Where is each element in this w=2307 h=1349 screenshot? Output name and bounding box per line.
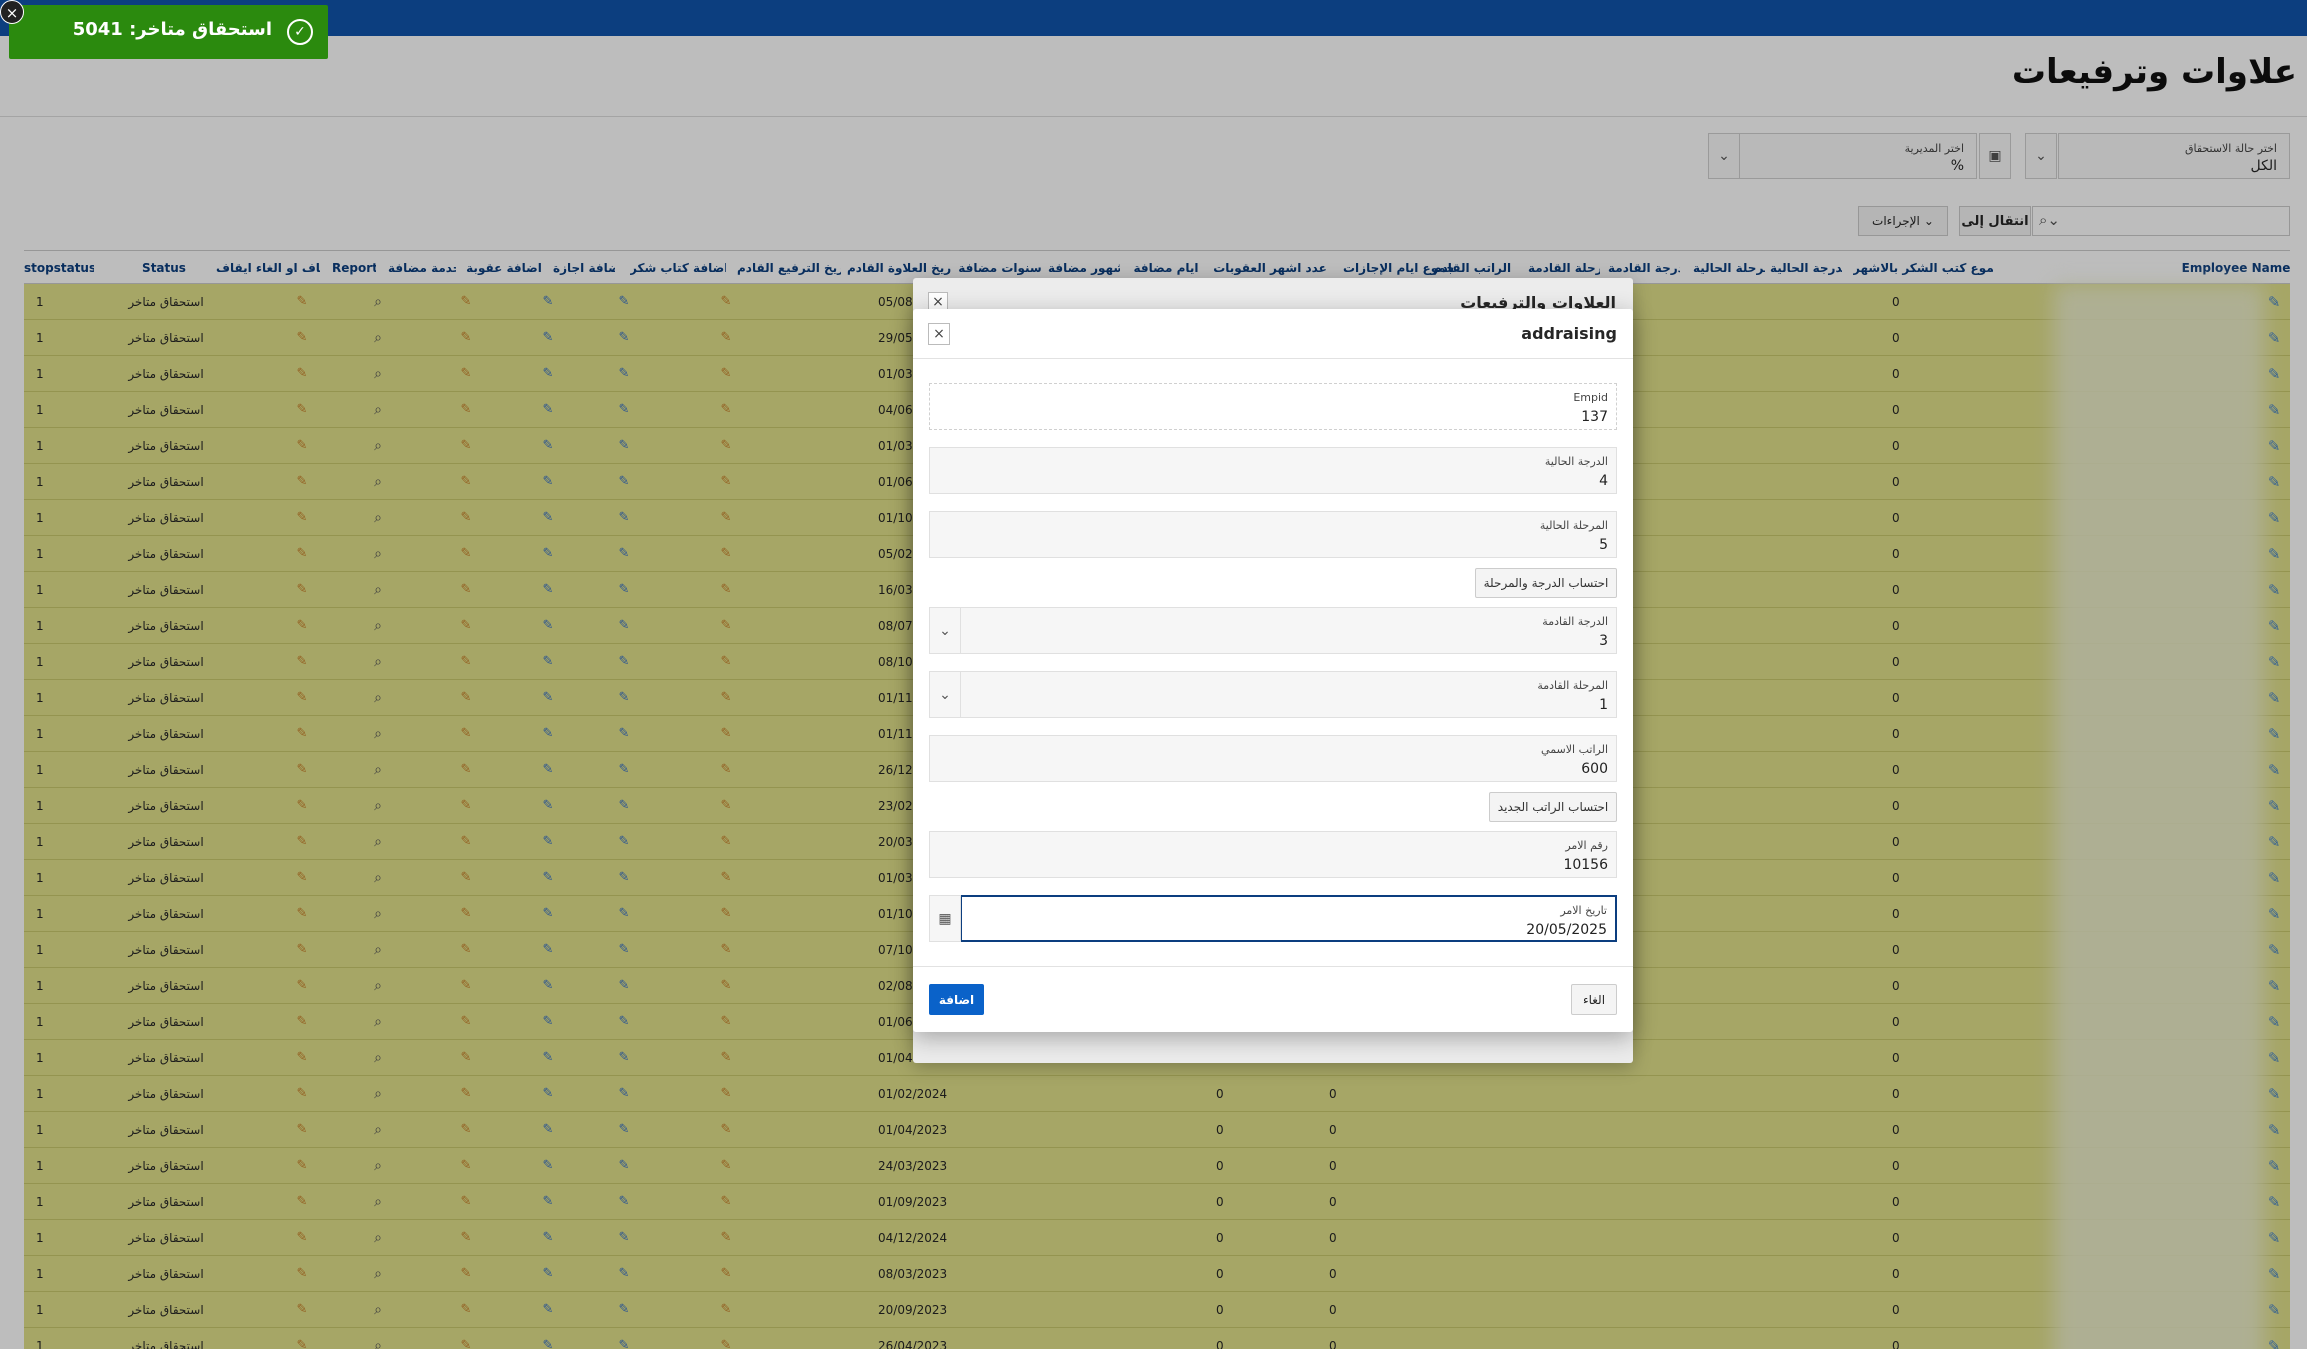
success-toast: ✓ استحقاق متاخر: 5041 — [9, 5, 328, 59]
current-stage-label: المرحلة الحالية — [1539, 519, 1608, 532]
addraising-dialog: addraising × Empid 137 الدرجة الحالية 4 … — [913, 309, 1633, 1032]
calc-grade-stage-button[interactable]: احتساب الدرجة والمرحلة — [1475, 568, 1617, 598]
next-grade-select[interactable]: الدرجة القادمة 3 — [960, 607, 1617, 654]
empid-label: Empid — [1573, 391, 1608, 404]
order-number-label: رقم الامر — [1565, 839, 1608, 852]
nominal-salary-label: الراتب الاسمي — [1541, 743, 1608, 756]
empid-field: Empid 137 — [929, 383, 1617, 430]
next-stage-value: 1 — [1599, 697, 1608, 713]
app-root: علاوات وترفيعات اختر حالة الاستحقاق الكل… — [0, 0, 2307, 1349]
current-grade-label: الدرجة الحالية — [1544, 455, 1608, 468]
dialog-close-icon[interactable]: × — [928, 323, 950, 345]
cancel-button[interactable]: الغاء — [1571, 984, 1617, 1015]
nominal-salary-value: 600 — [1581, 761, 1608, 777]
current-grade-field[interactable]: الدرجة الحالية 4 — [929, 447, 1617, 494]
order-number-value: 10156 — [1563, 857, 1608, 873]
calc-new-salary-button[interactable]: احتساب الراتب الجديد — [1489, 792, 1617, 822]
next-stage-chevron-icon[interactable]: ⌄ — [929, 671, 961, 718]
order-date-field[interactable]: تاريخ الامر 20/05/2025 — [960, 895, 1617, 942]
add-button[interactable]: اضافة — [929, 984, 984, 1015]
toast-message: استحقاق متاخر: 5041 — [72, 19, 272, 40]
current-stage-value: 5 — [1599, 537, 1608, 553]
current-stage-field[interactable]: المرحلة الحالية 5 — [929, 511, 1617, 558]
next-grade-value: 3 — [1599, 633, 1608, 649]
nominal-salary-field[interactable]: الراتب الاسمي 600 — [929, 735, 1617, 782]
order-number-field[interactable]: رقم الامر 10156 — [929, 831, 1617, 878]
order-date-label: تاريخ الامر — [1560, 904, 1607, 917]
order-date-value: 20/05/2025 — [1526, 922, 1607, 938]
top-nav-bar — [0, 0, 2307, 36]
next-stage-select[interactable]: المرحلة القادمة 1 — [960, 671, 1617, 718]
current-grade-value: 4 — [1599, 473, 1608, 489]
calendar-icon[interactable]: ▦ — [929, 895, 961, 942]
empid-value: 137 — [1581, 409, 1608, 425]
next-grade-chevron-icon[interactable]: ⌄ — [929, 607, 961, 654]
next-grade-label: الدرجة القادمة — [1542, 615, 1608, 628]
toast-close-icon[interactable]: × — [0, 0, 24, 24]
dialog-header: addraising × — [913, 309, 1633, 359]
dialog-footer-divider — [913, 966, 1633, 967]
next-stage-label: المرحلة القادمة — [1537, 679, 1608, 692]
check-icon: ✓ — [287, 19, 313, 45]
dialog-title: addraising — [1521, 324, 1617, 343]
